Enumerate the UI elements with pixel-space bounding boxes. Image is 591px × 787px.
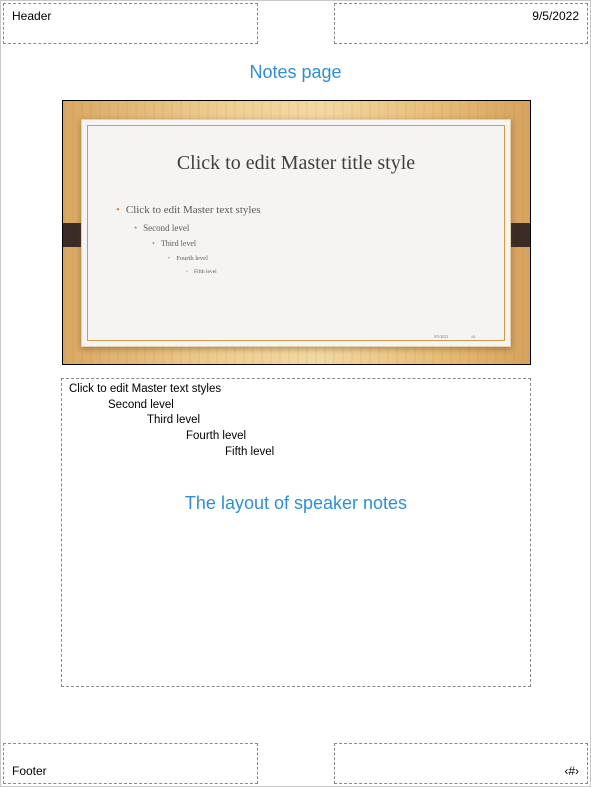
notes-level-2: Second level	[108, 399, 174, 411]
notes-level-5: Fifth level	[225, 446, 275, 458]
slide-title: Click to edit Master title style	[176, 152, 416, 174]
bullet-icon: •	[186, 269, 188, 275]
page-number-placeholder[interactable]: ‹#›	[334, 743, 588, 784]
speaker-notes-label: The layout of speaker notes	[184, 493, 408, 513]
date-placeholder[interactable]: 9/5/2022	[334, 3, 588, 44]
slide-canvas: Click to edit Master title style • Click …	[81, 119, 511, 347]
bullet-text: Second level	[143, 223, 190, 233]
footer-placeholder[interactable]: Footer	[3, 743, 258, 784]
slide-image-placeholder[interactable]: Click to edit Master title style • Click …	[62, 100, 531, 365]
notes-level-4: Fourth level	[186, 430, 247, 442]
bullet-icon: •	[152, 239, 155, 248]
slide-bullet-level-2: • Second level	[134, 223, 189, 233]
slide-bullet-level-3: • Third level	[152, 239, 196, 248]
footer-text: Footer	[12, 764, 47, 778]
slide-bullet-level-1: • Click to edit Master text styles	[116, 204, 261, 216]
bullet-text: Click to edit Master text styles	[125, 204, 261, 216]
bullet-text: Third level	[160, 239, 197, 248]
slide-date: 9/5/2022	[434, 334, 449, 339]
bullet-icon: •	[116, 204, 120, 216]
slide-number: ‹#›	[471, 334, 476, 339]
slide-bullet-level-5: • Fifth level	[186, 269, 217, 275]
notes-placeholder[interactable]: Click to edit Master text styles Second …	[61, 378, 531, 687]
slide-bullet-level-4: • Fourth level	[168, 255, 208, 262]
page-number-text: ‹#›	[564, 764, 579, 778]
bullet-icon: •	[134, 223, 138, 233]
bullet-icon: •	[168, 255, 171, 262]
header-placeholder[interactable]: Header	[3, 3, 258, 44]
date-text: 9/5/2022	[532, 9, 579, 23]
notes-level-3: Third level	[147, 414, 201, 426]
bullet-text: Fifth level	[193, 269, 217, 275]
notes-page-label: Notes page	[249, 62, 342, 82]
header-text: Header	[12, 9, 52, 23]
bullet-text: Fourth level	[176, 255, 208, 262]
notes-level-1: Click to edit Master text styles	[69, 383, 222, 395]
